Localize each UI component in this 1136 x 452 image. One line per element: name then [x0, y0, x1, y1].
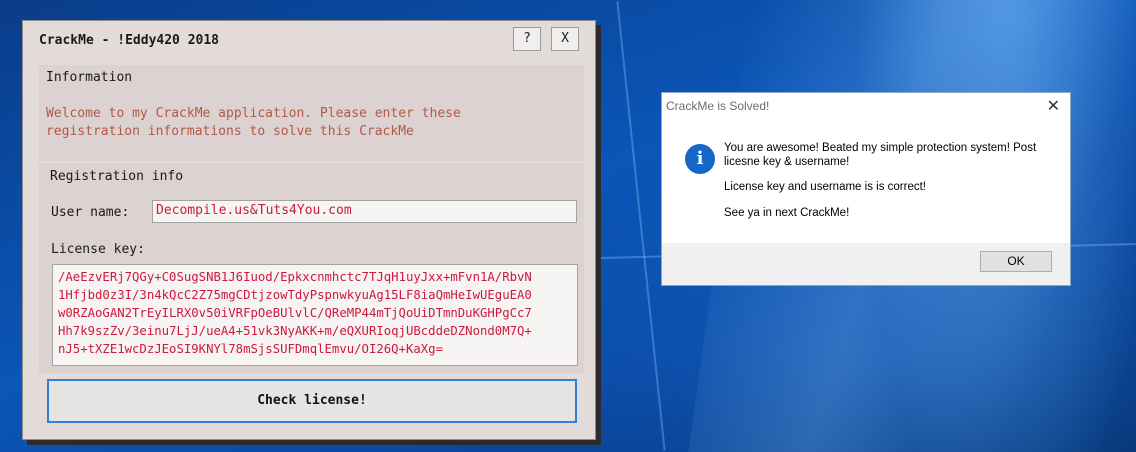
check-license-button[interactable]: Check license! — [47, 379, 577, 423]
license-key-textarea[interactable]: /AeEzvERj7QGy+C0SugSNB1J6Iuod/Epkxcnmhct… — [52, 264, 578, 366]
information-section: Information Welcome to my CrackMe applic… — [39, 65, 584, 161]
welcome-text: Welcome to my CrackMe application. Pleas… — [46, 106, 461, 139]
user-name-input[interactable]: Decompile.us&Tuts4You.com — [152, 200, 577, 223]
message-box-footer: OK — [662, 243, 1070, 285]
user-name-label: User name: — [51, 205, 130, 220]
info-icon: i — [685, 144, 715, 174]
registration-section: Registration info User name: Decompile.u… — [39, 163, 584, 373]
solved-message-box: CrackMe is Solved! ✕ i You are awesome! … — [661, 92, 1071, 286]
license-key-label: License key: — [51, 242, 145, 257]
registration-title: Registration info — [50, 169, 184, 184]
message-text-1: You are awesome! Beated my simple protec… — [724, 142, 1037, 168]
crackme-title: CrackMe - !Eddy420 2018 — [39, 33, 220, 48]
close-button[interactable]: X — [551, 27, 579, 51]
information-title: Information — [46, 70, 133, 85]
window-logo-line — [616, 1, 666, 451]
crackme-window: CrackMe - !Eddy420 2018 ? X Information … — [22, 20, 596, 440]
message-text-3: See ya in next CrackMe! — [724, 207, 850, 219]
help-button[interactable]: ? — [513, 27, 541, 51]
close-icon[interactable]: ✕ — [1047, 96, 1060, 116]
message-box-title: CrackMe is Solved! — [666, 99, 770, 113]
crackme-titlebar[interactable]: CrackMe - !Eddy420 2018 ? X — [23, 21, 595, 59]
message-text-2: License key and username is is correct! — [724, 181, 926, 193]
ok-button[interactable]: OK — [980, 251, 1052, 272]
license-key-value: /AeEzvERj7QGy+C0SugSNB1J6Iuod/Epkxcnmhct… — [58, 270, 532, 356]
